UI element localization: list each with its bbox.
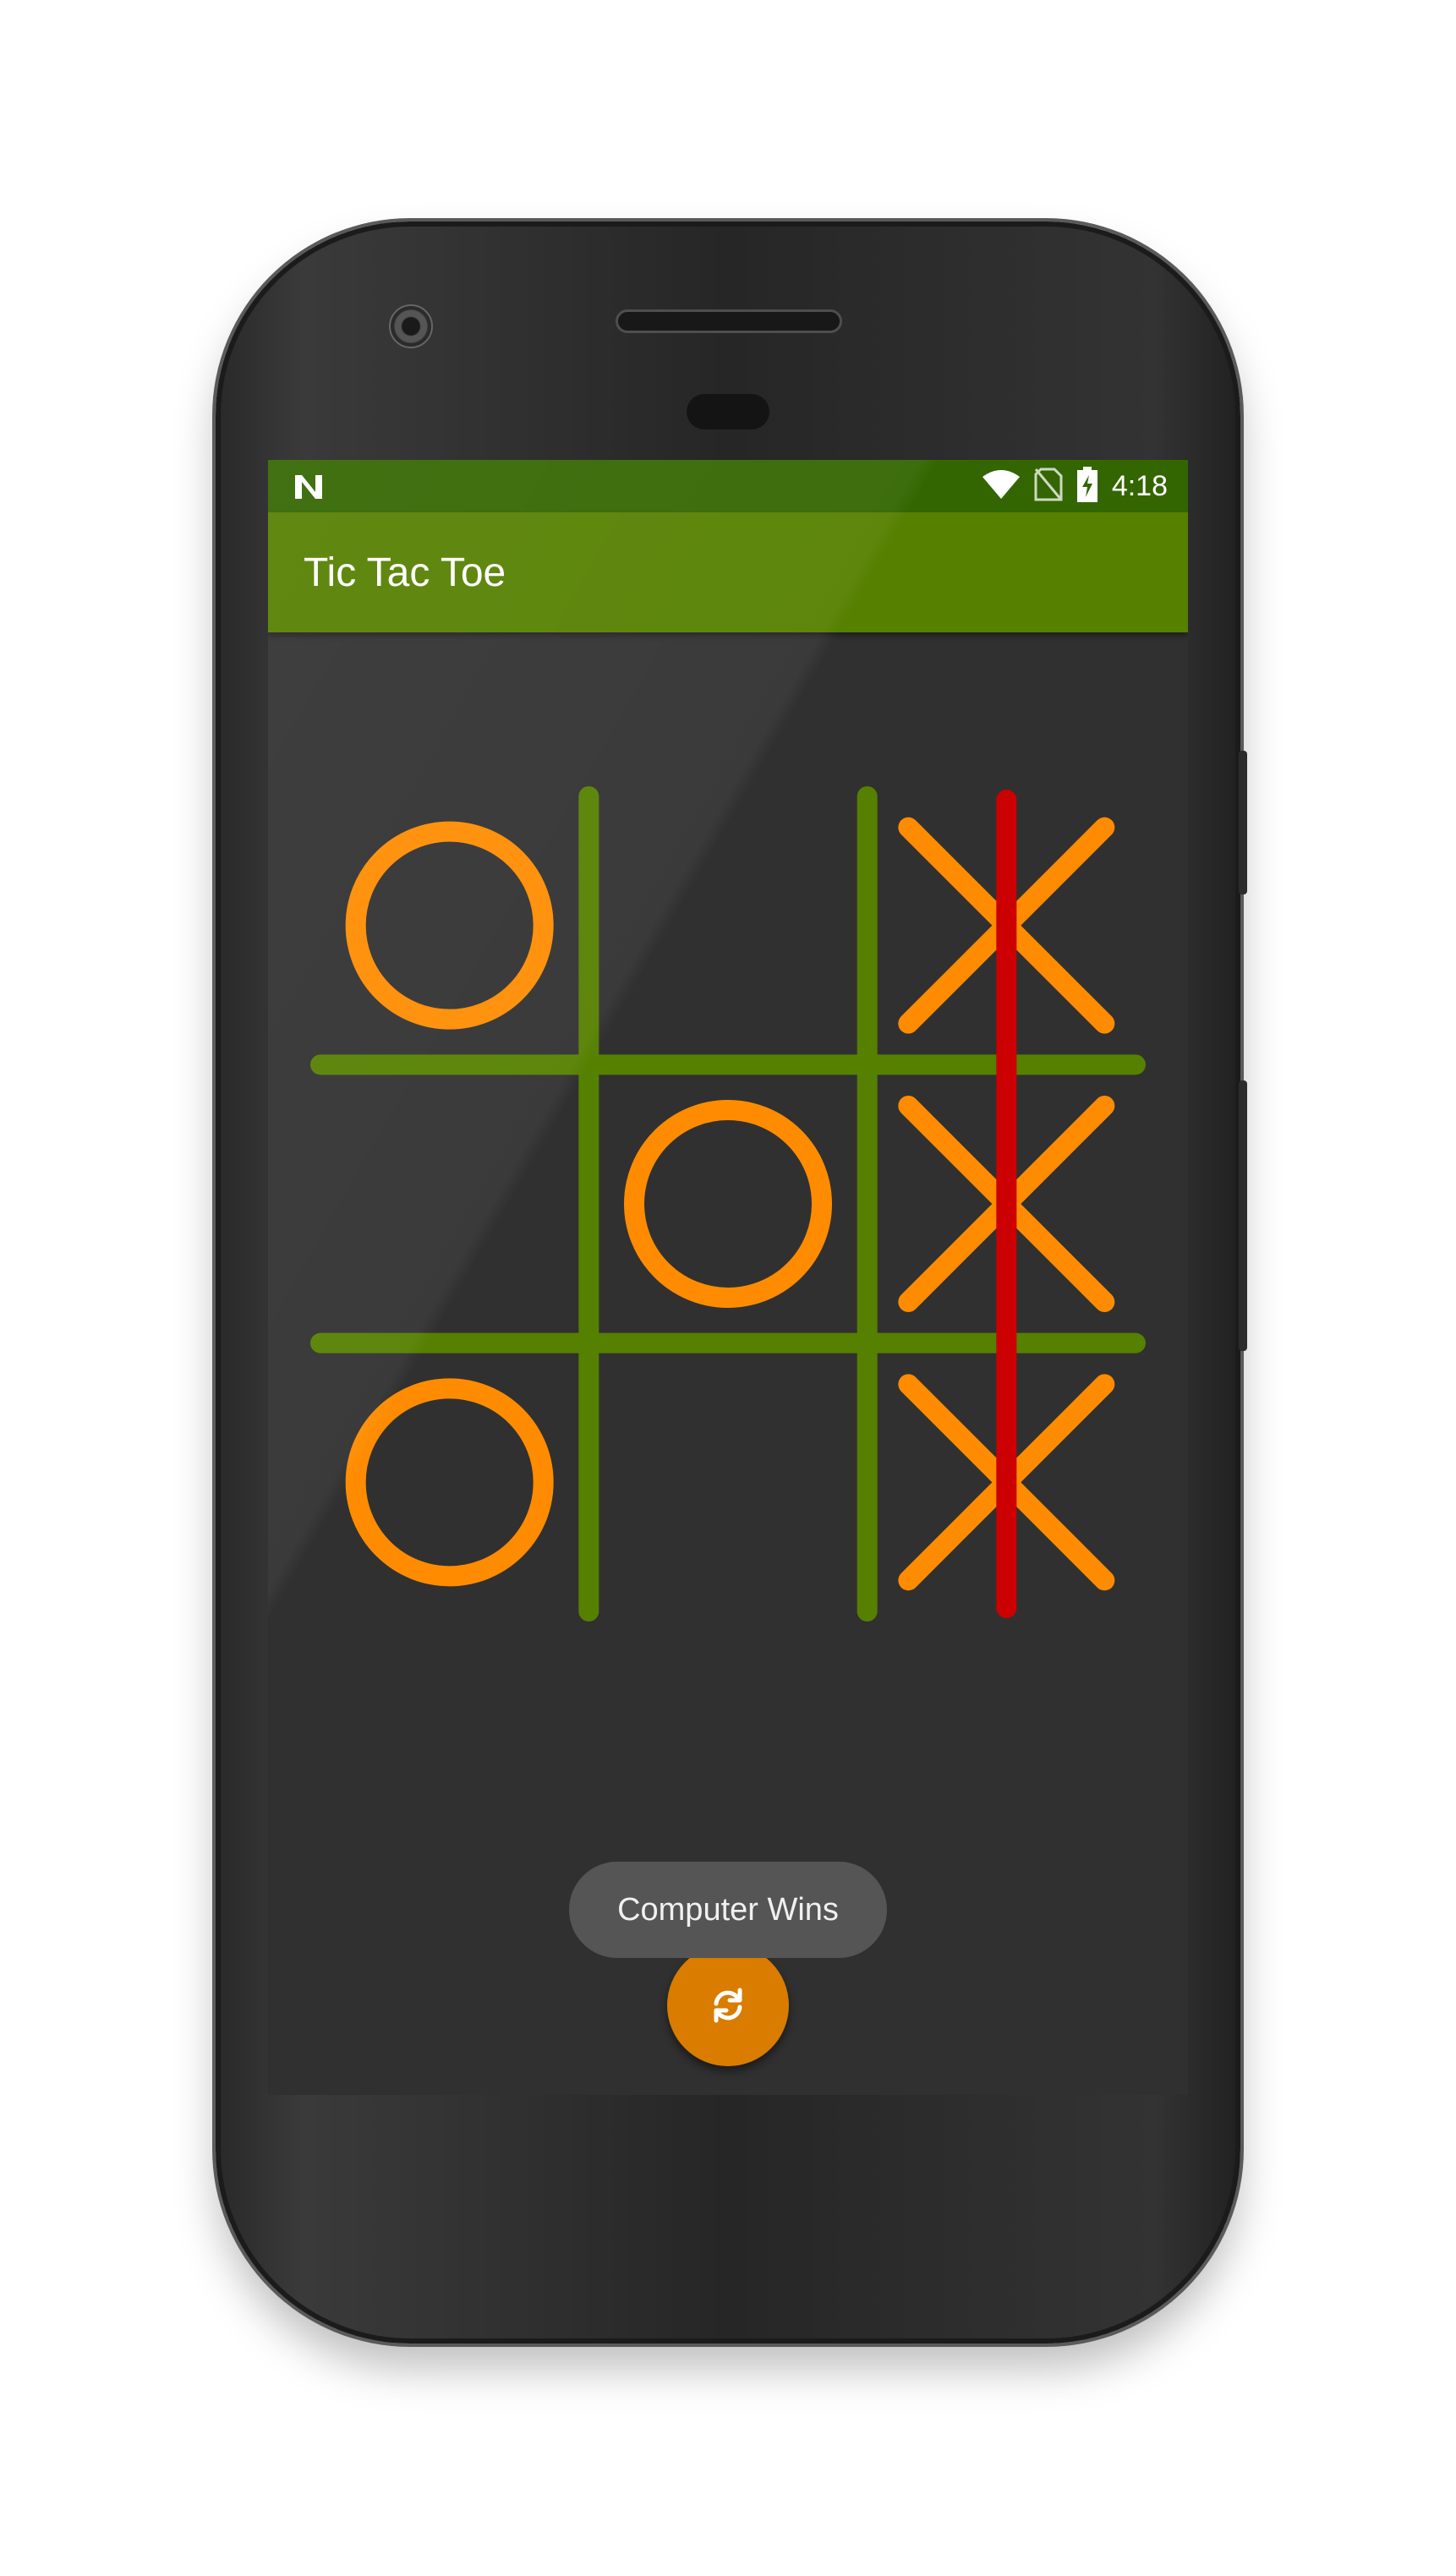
o-mark <box>624 1100 832 1308</box>
o-mark <box>345 821 554 1030</box>
restart-button[interactable] <box>667 1944 789 2066</box>
o-mark <box>345 1378 554 1587</box>
app-screen: 4:18 Tic Tac Toe Computer Wins <box>268 460 1188 2095</box>
proximity-sensor <box>687 394 769 429</box>
front-camera <box>389 304 433 348</box>
wifi-icon <box>982 468 1021 505</box>
toast-message: Computer Wins <box>569 1862 887 1958</box>
no-sim-icon <box>1034 468 1063 506</box>
refresh-icon <box>714 1988 742 2023</box>
game-board[interactable] <box>310 786 1146 1622</box>
volume-button <box>1239 1080 1247 1351</box>
app-title: Tic Tac Toe <box>304 550 506 595</box>
power-button <box>1239 751 1247 894</box>
app-bar: Tic Tac Toe <box>268 512 1188 632</box>
notification-n-icon <box>292 470 326 508</box>
earpiece-speaker <box>616 309 842 333</box>
status-time: 4:18 <box>1111 469 1168 502</box>
battery-charging-icon <box>1076 466 1098 506</box>
status-bar: 4:18 <box>268 460 1188 512</box>
